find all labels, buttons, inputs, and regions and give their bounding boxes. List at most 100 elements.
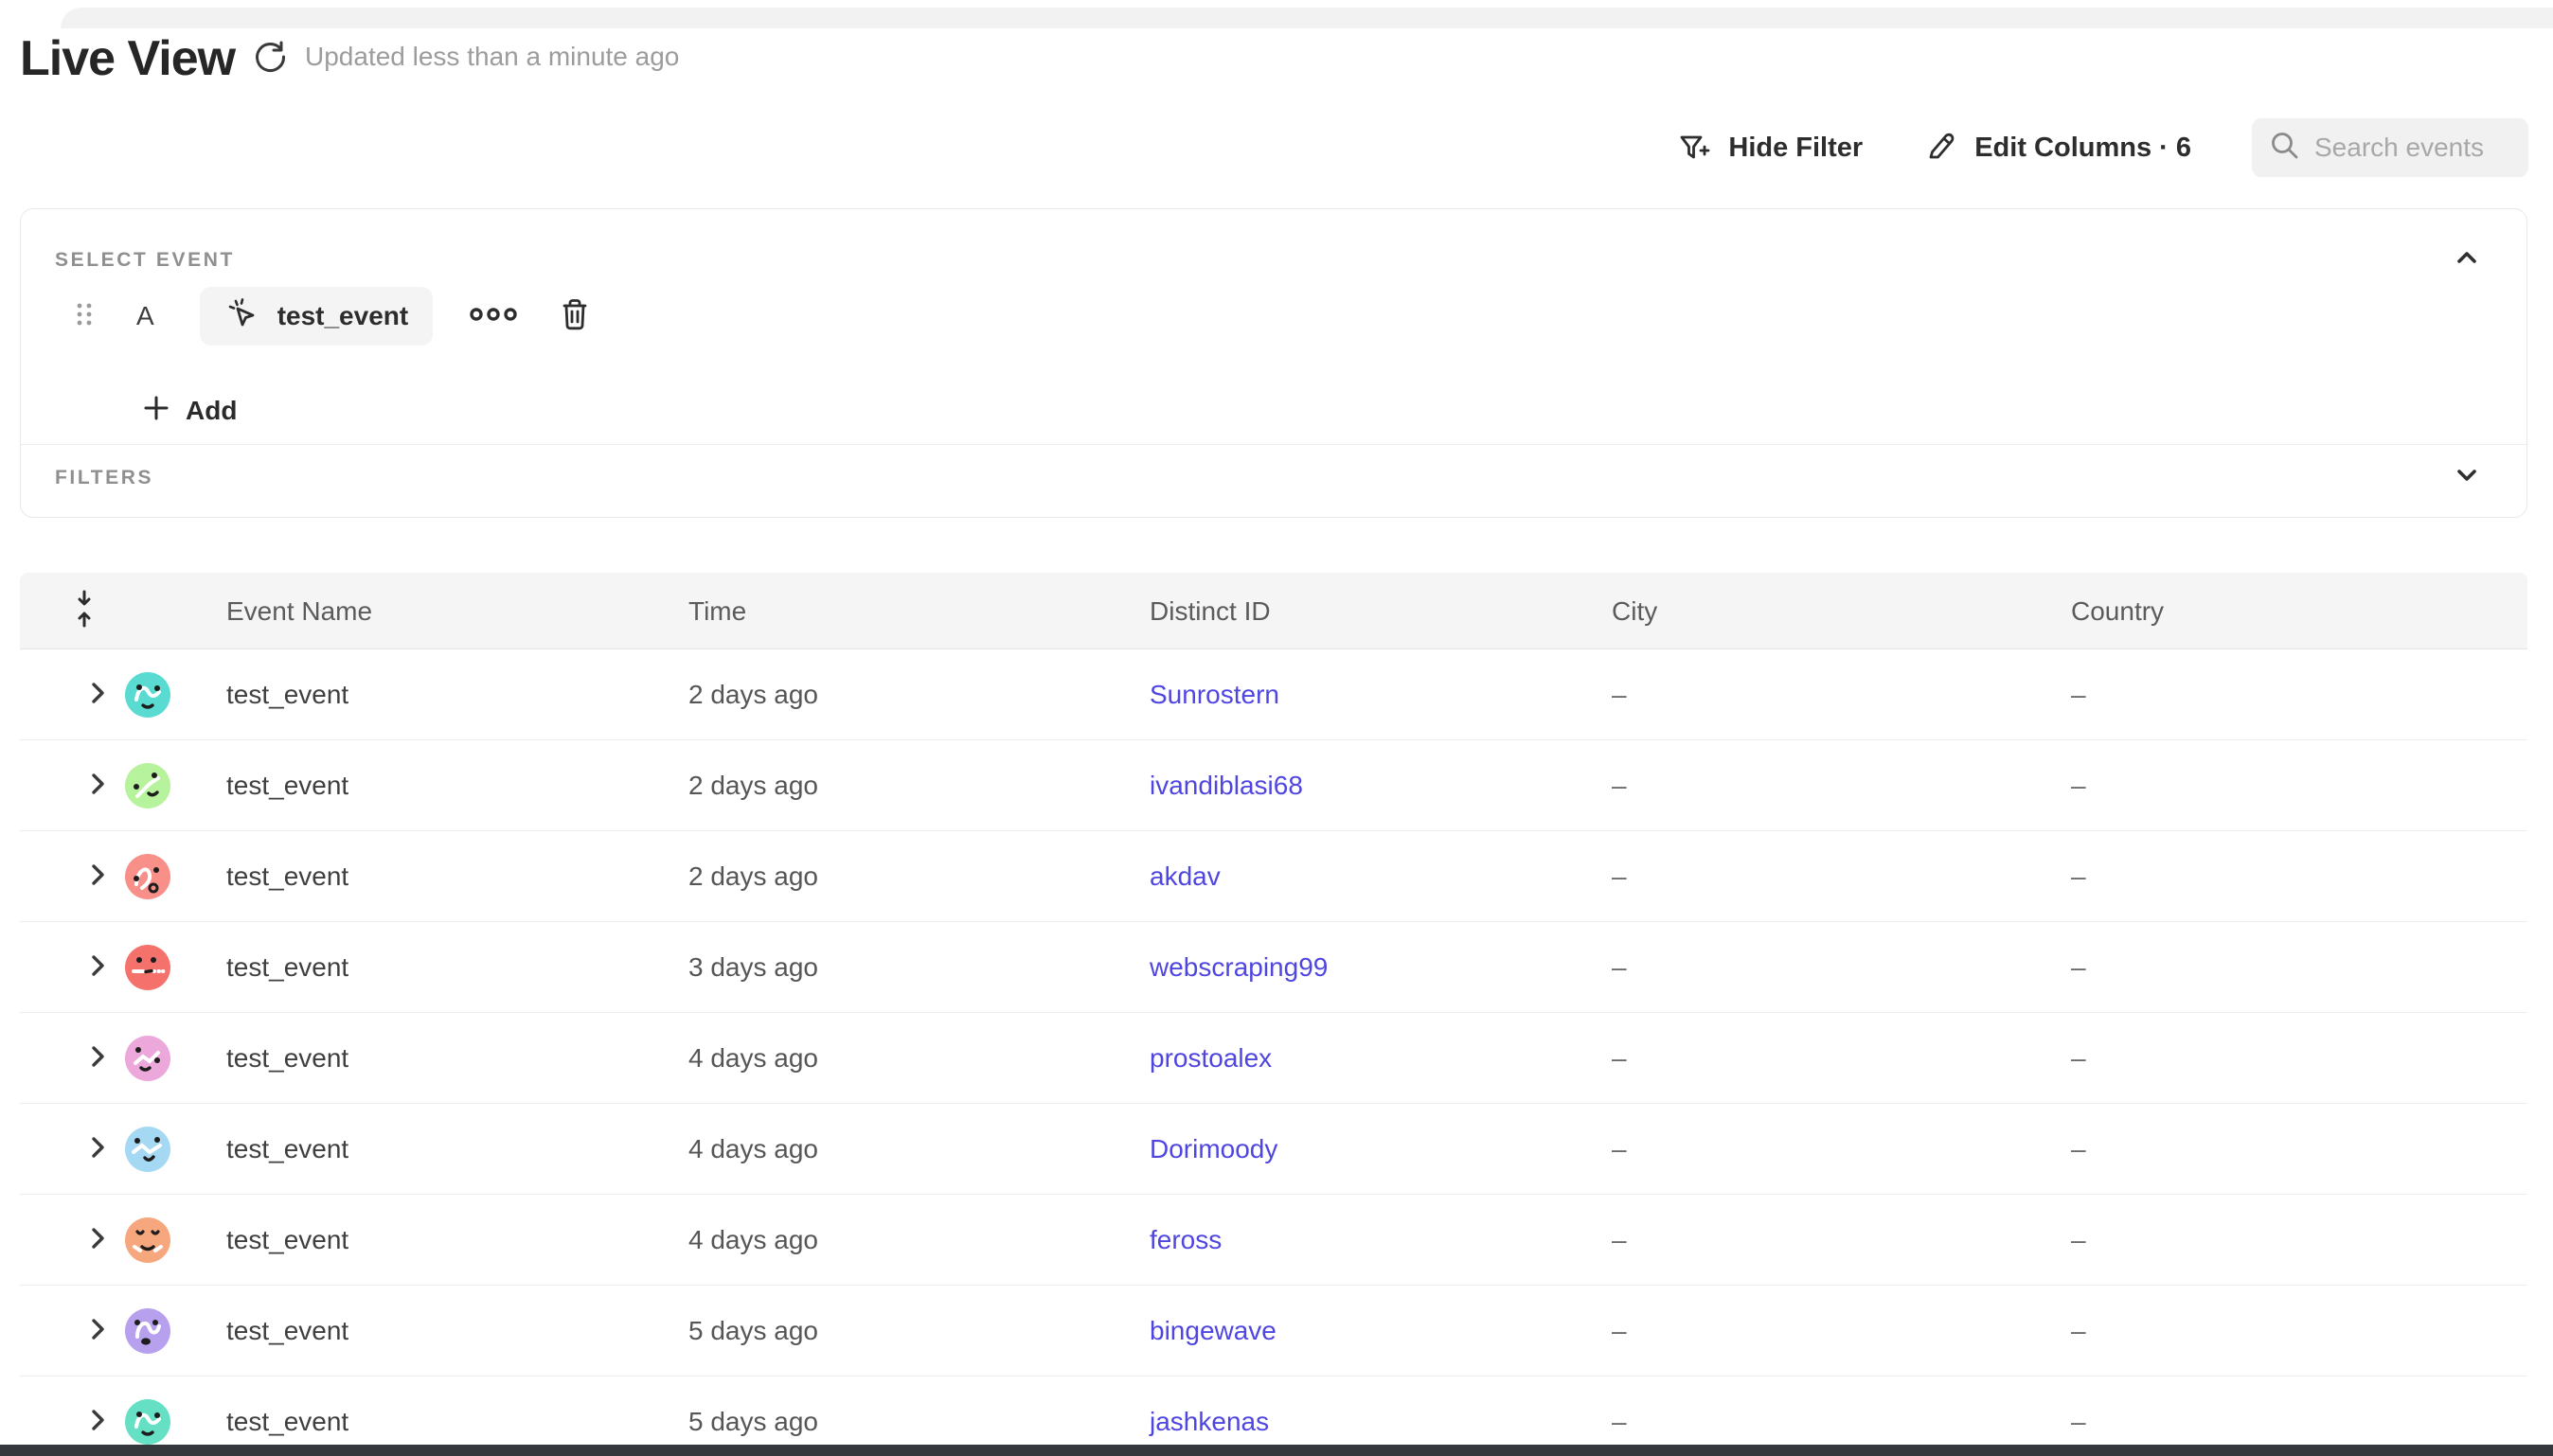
row-expand-button[interactable]	[79, 1013, 116, 1104]
hide-filter-button[interactable]: Hide Filter	[1675, 130, 1863, 166]
distinct-id-cell: webscraping99	[1150, 922, 1328, 1013]
table-row[interactable]: test_event 2 days ago ivandiblasi68 – –	[20, 740, 2527, 831]
collapse-all-rows-button[interactable]	[65, 573, 103, 649]
distinct-id-cell: prostoalex	[1150, 1013, 1272, 1104]
column-header-event-name: Event Name	[226, 573, 372, 649]
plus-icon	[142, 394, 170, 429]
chevron-right-icon	[87, 1226, 108, 1255]
window-bottom-edge	[0, 1445, 2553, 1456]
page-title: Live View	[20, 30, 235, 87]
add-button-label: Add	[186, 396, 237, 426]
select-event-section-label: SELECT EVENT	[55, 249, 235, 272]
table-row[interactable]: test_event 4 days ago Dorimoody – –	[20, 1104, 2527, 1195]
row-expand-button[interactable]	[79, 1104, 116, 1195]
edit-columns-label: Edit Columns · 6	[1974, 133, 2191, 164]
event-select-chip[interactable]: test_event	[200, 287, 434, 346]
event-name-cell: test_event	[226, 1195, 348, 1286]
section-divider	[21, 444, 2526, 445]
trash-icon[interactable]	[558, 296, 592, 337]
event-name-cell: test_event	[226, 922, 348, 1013]
distinct-id-link[interactable]: prostoalex	[1150, 1043, 1272, 1074]
distinct-id-link[interactable]: akdav	[1150, 861, 1221, 892]
time-cell: 2 days ago	[688, 649, 818, 740]
column-header-city: City	[1612, 573, 1657, 649]
row-expand-button[interactable]	[79, 740, 116, 831]
distinct-id-cell: ivandiblasi68	[1150, 740, 1303, 831]
search-input[interactable]	[2314, 133, 2511, 163]
city-cell: –	[1612, 922, 1627, 1013]
row-expand-button[interactable]	[79, 1286, 116, 1376]
country-cell: –	[2071, 1013, 2086, 1104]
event-name-cell: test_event	[226, 649, 348, 740]
refresh-button[interactable]	[252, 38, 290, 76]
distinct-id-link[interactable]: Dorimoody	[1150, 1134, 1277, 1164]
chevron-right-icon	[87, 681, 108, 710]
user-avatar-squiggle-smile	[125, 649, 170, 740]
distinct-id-link[interactable]: feross	[1150, 1225, 1222, 1255]
distinct-id-link[interactable]: bingewave	[1150, 1316, 1276, 1346]
distinct-id-link[interactable]: ivandiblasi68	[1150, 771, 1303, 801]
add-event-button[interactable]: Add	[142, 385, 237, 436]
row-expand-button[interactable]	[79, 1195, 116, 1286]
distinct-id-link[interactable]: jashkenas	[1150, 1407, 1269, 1437]
table-row[interactable]: test_event 4 days ago prostoalex – –	[20, 1013, 2527, 1104]
collapse-vertical-icon	[70, 588, 98, 634]
drag-handle-icon[interactable]	[74, 300, 95, 333]
pencil-icon	[1923, 131, 1957, 165]
column-header-distinct-id: Distinct ID	[1150, 573, 1271, 649]
distinct-id-link[interactable]: Sunrostern	[1150, 680, 1279, 710]
filter-plus-icon	[1675, 130, 1711, 166]
event-name-cell: test_event	[226, 1013, 348, 1104]
chevron-right-icon	[87, 1135, 108, 1164]
event-name-cell: test_event	[226, 740, 348, 831]
distinct-id-cell: Sunrostern	[1150, 649, 1279, 740]
time-cell: 4 days ago	[688, 1013, 818, 1104]
hide-filter-label: Hide Filter	[1728, 133, 1863, 164]
select-event-collapse-button[interactable]	[2451, 241, 2483, 274]
row-expand-button[interactable]	[79, 922, 116, 1013]
chevron-right-icon	[87, 1044, 108, 1074]
row-expand-button[interactable]	[79, 649, 116, 740]
city-cell: –	[1612, 1286, 1627, 1376]
edit-columns-button[interactable]: Edit Columns · 6	[1923, 131, 2191, 165]
event-name-cell: test_event	[226, 831, 348, 922]
event-query-row: A test_event	[21, 287, 2526, 346]
chevron-right-icon	[87, 772, 108, 801]
table-body: test_event 2 days ago Sunrostern – – tes…	[20, 649, 2527, 1456]
city-cell: –	[1612, 1195, 1627, 1286]
filters-expand-button[interactable]	[2451, 459, 2483, 491]
distinct-id-link[interactable]: webscraping99	[1150, 952, 1328, 983]
table-row[interactable]: test_event 2 days ago Sunrostern – –	[20, 649, 2527, 740]
distinct-id-cell: Dorimoody	[1150, 1104, 1277, 1195]
user-avatar-zigzag-smirk	[125, 1013, 170, 1104]
time-cell: 5 days ago	[688, 1286, 818, 1376]
time-cell: 2 days ago	[688, 740, 818, 831]
filters-section-label: FILTERS	[55, 467, 153, 489]
table-row[interactable]: test_event 2 days ago akdav – –	[20, 831, 2527, 922]
refresh-icon	[252, 63, 290, 80]
chevron-right-icon	[87, 1317, 108, 1346]
chevron-right-icon	[87, 1408, 108, 1437]
user-avatar-squiggle-open	[125, 1286, 170, 1376]
country-cell: –	[2071, 831, 2086, 922]
city-cell: –	[1612, 740, 1627, 831]
row-expand-button[interactable]	[79, 831, 116, 922]
time-cell: 4 days ago	[688, 1104, 818, 1195]
more-options-button[interactable]	[469, 305, 520, 328]
table-row[interactable]: test_event 4 days ago feross – –	[20, 1195, 2527, 1286]
event-name-cell: test_event	[226, 1104, 348, 1195]
time-cell: 2 days ago	[688, 831, 818, 922]
search-box[interactable]	[2252, 118, 2528, 177]
table-row[interactable]: test_event 5 days ago bingewave – –	[20, 1286, 2527, 1376]
page-top-backdrop	[61, 8, 2553, 28]
user-avatar-wink-smile	[125, 740, 170, 831]
city-cell: –	[1612, 1013, 1627, 1104]
country-cell: –	[2071, 649, 2086, 740]
table-row[interactable]: test_event 3 days ago webscraping99 – –	[20, 922, 2527, 1013]
city-cell: –	[1612, 831, 1627, 922]
user-avatar-chevron-smirk	[125, 1104, 170, 1195]
query-builder-card: SELECT EVENT A test_event	[20, 208, 2527, 518]
chevron-right-icon	[87, 862, 108, 892]
column-header-country: Country	[2071, 573, 2164, 649]
chevron-right-icon	[87, 953, 108, 983]
